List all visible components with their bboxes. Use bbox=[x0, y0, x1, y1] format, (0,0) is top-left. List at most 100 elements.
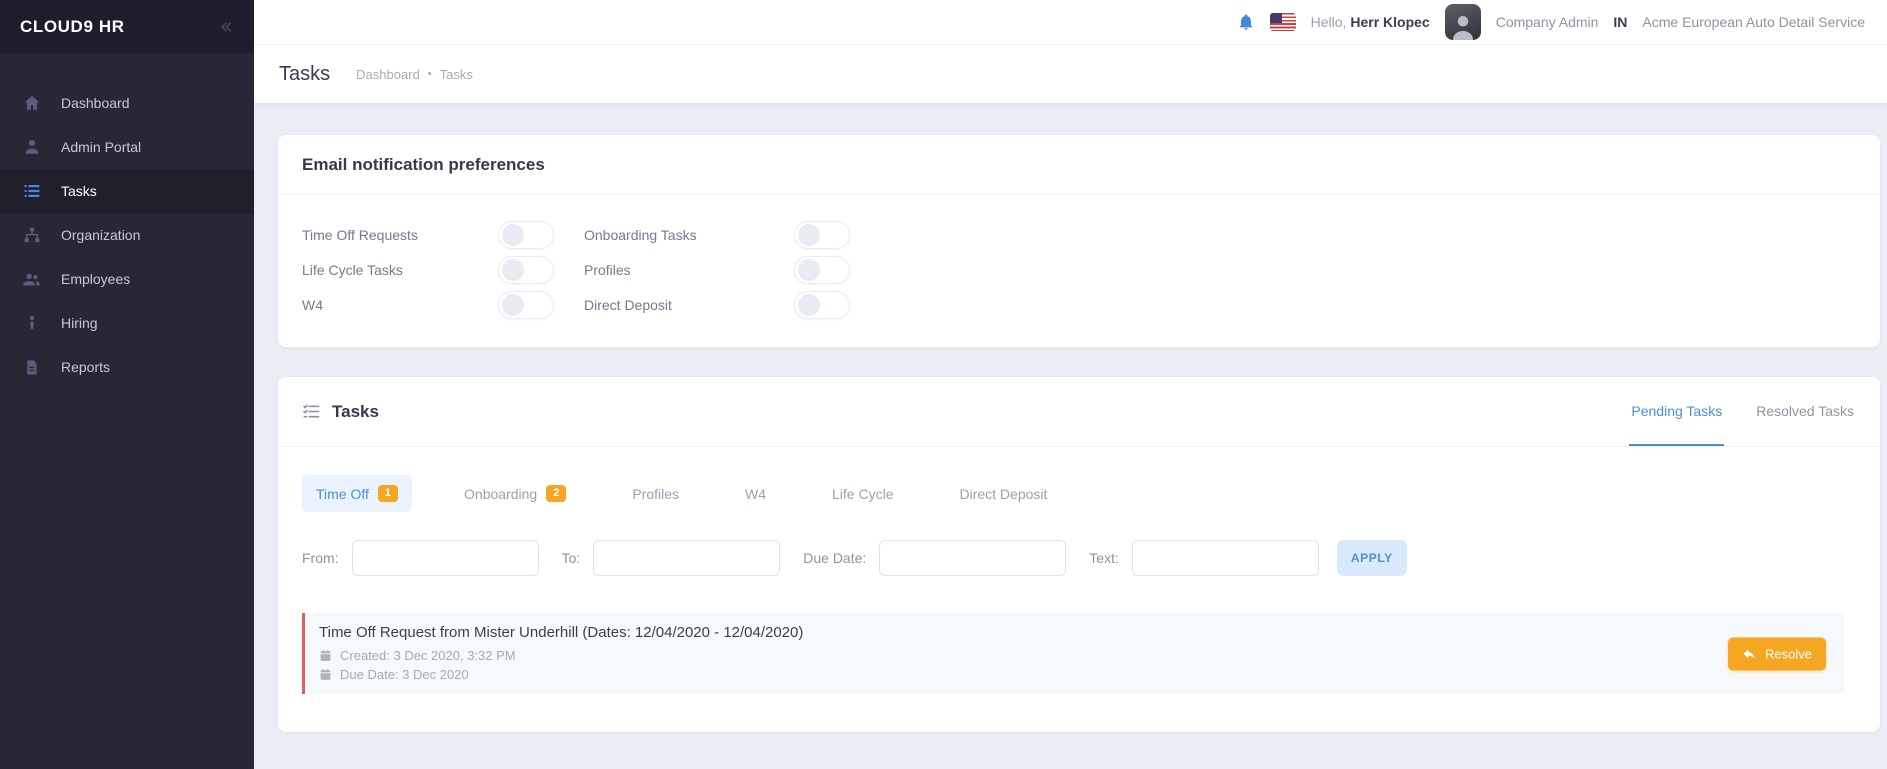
category-label: Profiles bbox=[632, 485, 680, 502]
toggle-onboarding-tasks[interactable] bbox=[794, 221, 850, 249]
user-name: Herr Klopec bbox=[1350, 14, 1430, 30]
toggle-life-cycle-tasks[interactable] bbox=[498, 256, 554, 284]
toggle-knob bbox=[502, 294, 524, 316]
pref-label-time-off-requests: Time Off Requests bbox=[302, 227, 418, 243]
top-header: Hello, Herr Klopec Company Admin IN Acme… bbox=[254, 0, 1887, 45]
category-badge: 1 bbox=[377, 485, 399, 502]
email-preferences-card: Email notification preferences Time Off … bbox=[278, 135, 1880, 347]
to-date-input[interactable] bbox=[593, 540, 781, 576]
tasks-card-title: Tasks bbox=[332, 401, 379, 421]
due-date-input[interactable] bbox=[879, 540, 1067, 576]
toggle-w4[interactable] bbox=[498, 291, 554, 319]
task-created-text: Created: 3 Dec 2020, 3:32 PM bbox=[340, 648, 516, 663]
tab-pending-tasks[interactable]: Pending Tasks bbox=[1629, 377, 1725, 446]
sidebar-nav: Dashboard Admin Portal Tasks Organizatio… bbox=[0, 81, 254, 389]
breadcrumb-separator: • bbox=[427, 68, 432, 80]
us-flag-icon[interactable] bbox=[1269, 13, 1296, 31]
reply-icon bbox=[1742, 646, 1757, 661]
sidebar-item-admin-portal[interactable]: Admin Portal bbox=[0, 125, 254, 169]
person-icon bbox=[22, 138, 41, 157]
category-w4[interactable]: W4 bbox=[731, 476, 780, 512]
tab-resolved-tasks[interactable]: Resolved Tasks bbox=[1754, 377, 1856, 446]
tasks-card-body: Time Off 1 Onboarding 2 Profiles W4 Life… bbox=[278, 447, 1880, 694]
task-title: Time Off Request from Mister Underhill (… bbox=[319, 624, 804, 641]
category-label: W4 bbox=[745, 485, 767, 502]
report-icon bbox=[22, 358, 41, 377]
breadcrumb-current: Tasks bbox=[439, 66, 473, 82]
location-label: IN bbox=[1613, 14, 1628, 30]
pref-label-direct-deposit: Direct Deposit bbox=[584, 297, 672, 313]
toggle-knob bbox=[502, 224, 524, 246]
text-label: Text: bbox=[1089, 550, 1119, 566]
sidebar-item-label: Tasks bbox=[61, 183, 97, 199]
sidebar-item-label: Hiring bbox=[61, 315, 98, 331]
due-date-label: Due Date: bbox=[803, 550, 867, 566]
toggle-knob bbox=[502, 259, 524, 281]
toggle-knob bbox=[798, 259, 820, 281]
main-content: Email notification preferences Time Off … bbox=[254, 103, 1887, 769]
toggle-knob bbox=[798, 224, 820, 246]
sidebar-item-label: Admin Portal bbox=[61, 139, 142, 155]
sidebar-item-reports[interactable]: Reports bbox=[0, 345, 254, 389]
toggle-profiles[interactable] bbox=[794, 256, 850, 284]
category-direct-deposit[interactable]: Direct Deposit bbox=[945, 476, 1061, 512]
tasks-card: Tasks Pending Tasks Resolved Tasks Time … bbox=[278, 377, 1880, 732]
task-created-row: Created: 3 Dec 2020, 3:32 PM bbox=[319, 648, 1828, 663]
company-name: Acme European Auto Detail Service bbox=[1642, 14, 1865, 30]
pref-label-onboarding-tasks: Onboarding Tasks bbox=[584, 227, 697, 243]
email-preferences-body: Time Off Requests Onboarding Tasks Life … bbox=[278, 195, 1880, 347]
sidebar-item-label: Employees bbox=[61, 271, 131, 287]
page-title-band: Tasks Dashboard • Tasks bbox=[254, 45, 1887, 103]
calendar-icon bbox=[319, 649, 332, 662]
sidebar-item-hiring[interactable]: Hiring bbox=[0, 301, 254, 345]
category-time-off[interactable]: Time Off 1 bbox=[302, 475, 413, 512]
breadcrumb-root[interactable]: Dashboard bbox=[356, 67, 420, 82]
breadcrumb: Dashboard • Tasks bbox=[356, 67, 473, 82]
sidebar: CLOUD9 HR Dashboard Admin Portal Tasks O… bbox=[0, 0, 254, 769]
sidebar-item-label: Reports bbox=[61, 359, 111, 375]
resolve-button-label: Resolve bbox=[1765, 646, 1812, 661]
apply-button[interactable]: APPLY bbox=[1336, 540, 1407, 576]
people-icon bbox=[22, 270, 41, 289]
flag-canton bbox=[1269, 13, 1282, 23]
sidebar-item-organization[interactable]: Organization bbox=[0, 213, 254, 257]
to-label: To: bbox=[561, 550, 581, 566]
text-search-input[interactable] bbox=[1131, 540, 1319, 576]
task-category-tabs: Time Off 1 Onboarding 2 Profiles W4 Life… bbox=[302, 475, 1856, 512]
task-filter-bar: From: To: Due Date: Text: APPLY bbox=[302, 540, 1856, 576]
category-label: Life Cycle bbox=[832, 485, 894, 502]
resolve-button[interactable]: Resolve bbox=[1728, 637, 1826, 670]
tasks-tabs: Pending Tasks Resolved Tasks bbox=[1629, 377, 1856, 446]
tasks-card-header: Tasks Pending Tasks Resolved Tasks bbox=[278, 377, 1880, 447]
email-preferences-title: Email notification preferences bbox=[302, 154, 545, 174]
page-title: Tasks bbox=[279, 62, 331, 85]
toggle-time-off-requests[interactable] bbox=[498, 221, 554, 249]
sidebar-item-tasks[interactable]: Tasks bbox=[0, 169, 254, 213]
pref-label-life-cycle-tasks: Life Cycle Tasks bbox=[302, 262, 403, 278]
category-profiles[interactable]: Profiles bbox=[618, 476, 693, 512]
user-role: Company Admin bbox=[1495, 14, 1599, 30]
from-date-input[interactable] bbox=[351, 540, 539, 576]
sidebar-item-label: Dashboard bbox=[61, 95, 130, 111]
category-label: Time Off bbox=[316, 485, 369, 502]
calendar-icon bbox=[319, 668, 332, 681]
sidebar-item-employees[interactable]: Employees bbox=[0, 257, 254, 301]
user-greeting[interactable]: Hello, Herr Klopec bbox=[1311, 14, 1430, 30]
sidebar-item-dashboard[interactable]: Dashboard bbox=[0, 81, 254, 125]
notifications-bell-icon[interactable] bbox=[1237, 13, 1255, 31]
category-onboarding[interactable]: Onboarding 2 bbox=[450, 475, 580, 512]
checklist-icon bbox=[302, 402, 321, 421]
greeting-prefix: Hello, bbox=[1310, 14, 1347, 30]
preferences-grid: Time Off Requests Onboarding Tasks Life … bbox=[302, 221, 1856, 319]
hiring-icon bbox=[22, 314, 41, 333]
task-due-row: Due Date: 3 Dec 2020 bbox=[319, 667, 1828, 682]
task-due-text: Due Date: 3 Dec 2020 bbox=[340, 667, 469, 682]
toggle-direct-deposit[interactable] bbox=[794, 291, 850, 319]
avatar-silhouette-icon bbox=[1452, 16, 1473, 40]
user-avatar[interactable] bbox=[1444, 4, 1481, 40]
sidebar-logo-band: CLOUD9 HR bbox=[0, 0, 254, 54]
category-life-cycle[interactable]: Life Cycle bbox=[818, 476, 907, 512]
sidebar-collapse-icon[interactable] bbox=[216, 18, 234, 36]
sitemap-icon bbox=[22, 226, 41, 245]
sidebar-item-label: Organization bbox=[61, 227, 141, 243]
